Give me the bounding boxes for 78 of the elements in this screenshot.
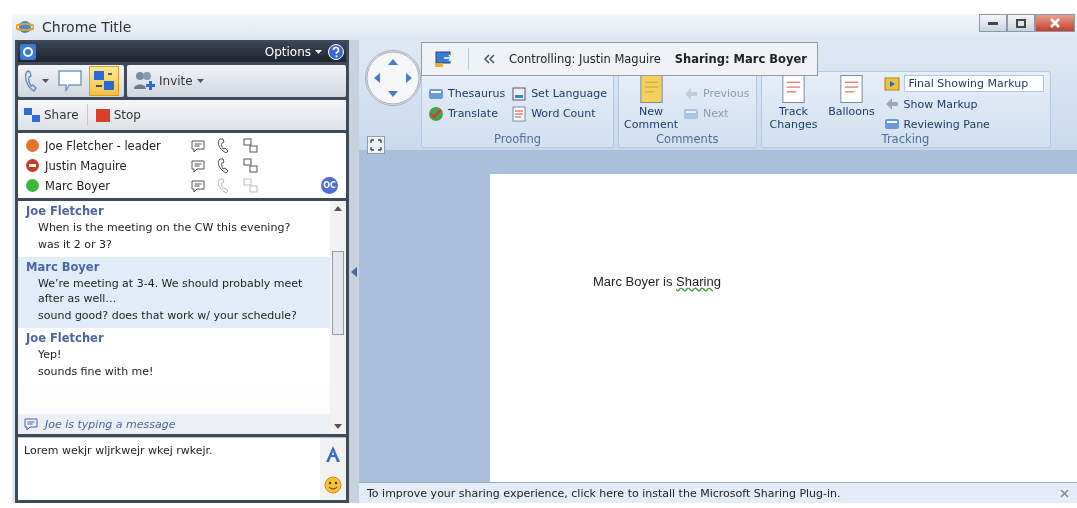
stop-icon bbox=[95, 108, 110, 122]
typing-notice: Joe is typing a message bbox=[45, 417, 176, 431]
computers-icon[interactable] bbox=[243, 157, 259, 174]
document-icon bbox=[782, 75, 805, 103]
caret-icon bbox=[315, 50, 322, 54]
group-label: Comments bbox=[655, 132, 720, 147]
markup-dropdown[interactable]: Final Showing Markup bbox=[903, 75, 1044, 92]
sender-name: Marc Boyer bbox=[26, 260, 101, 274]
sharing-label: Sharing: Marc Boyer bbox=[674, 52, 807, 66]
ribbon-button[interactable]: Reviewing Pane bbox=[883, 116, 1044, 132]
maximize-icon bbox=[1016, 18, 1026, 28]
ribbon-button[interactable]: Show Markup bbox=[883, 96, 1044, 112]
ribbon-item-icon bbox=[428, 105, 444, 122]
window-title: Chrome Title bbox=[42, 19, 132, 35]
sender-name: Joe Fletcher bbox=[26, 331, 105, 345]
remote-screen-button[interactable] bbox=[434, 50, 454, 68]
ribbon-button[interactable]: Thesaurus bbox=[428, 85, 506, 102]
ribbon-large-button[interactable]: New Comment bbox=[625, 75, 677, 132]
font-icon[interactable] bbox=[325, 444, 341, 463]
minimize-icon bbox=[988, 21, 998, 25]
message-text: sound good? does that work w/ your schedule? bbox=[37, 308, 298, 323]
app-logo-icon bbox=[20, 44, 36, 60]
ribbon-item-icon bbox=[511, 85, 528, 102]
controlling-label: Controlling: Justin Maguire bbox=[509, 52, 661, 66]
presence-badge: OC bbox=[321, 177, 338, 194]
screens-icon bbox=[24, 108, 40, 122]
browser-logo-icon bbox=[16, 18, 34, 36]
caret-icon bbox=[42, 79, 49, 83]
document-text: Marc Boyer is Sharing bbox=[593, 274, 721, 289]
screens-icon bbox=[92, 69, 116, 93]
ribbon-large-button[interactable]: Balloons bbox=[825, 75, 878, 132]
ribbon-item-icon bbox=[883, 75, 900, 92]
collapse-arrow-icon[interactable] bbox=[351, 266, 357, 277]
scroll-down-icon[interactable] bbox=[334, 424, 342, 429]
emoticon-icon[interactable] bbox=[324, 475, 342, 494]
stop-button[interactable]: Stop bbox=[93, 106, 143, 124]
phone-icon bbox=[25, 70, 38, 92]
speech-bubble-icon bbox=[57, 69, 83, 93]
ribbon-item-icon bbox=[511, 105, 528, 122]
help-icon[interactable] bbox=[328, 44, 344, 60]
close-icon[interactable] bbox=[1060, 488, 1069, 498]
collapse-button[interactable] bbox=[483, 54, 495, 64]
participant-name[interactable]: Joe Fletcher - leader bbox=[45, 138, 185, 153]
options-menu[interactable]: Options bbox=[264, 45, 322, 59]
message-text: We’re meeting at 3-4. We should probably meet after as well… bbox=[37, 276, 304, 306]
group-label: Tracking bbox=[880, 132, 931, 147]
message-text: Yep! bbox=[37, 347, 63, 362]
share-button[interactable]: Share bbox=[22, 106, 81, 124]
message-text: When is the meeting on the CW this evening? bbox=[37, 220, 292, 235]
computers-icon[interactable] bbox=[243, 137, 259, 154]
scroll-up-icon[interactable] bbox=[334, 206, 342, 211]
participant-name[interactable]: Justin Maguire bbox=[45, 158, 185, 173]
chat-bubble-icon[interactable] bbox=[191, 178, 207, 193]
message-text: sounds fine with me! bbox=[37, 364, 155, 379]
participant-name[interactable]: Marc Boyer bbox=[45, 178, 185, 193]
close-button[interactable] bbox=[1035, 14, 1075, 32]
ribbon-large-button[interactable]: Track Changes bbox=[767, 75, 820, 132]
ribbon-item-icon bbox=[883, 116, 900, 132]
document-icon bbox=[840, 75, 863, 103]
chat-bubble-icon[interactable] bbox=[191, 138, 207, 153]
sharing-button[interactable] bbox=[89, 66, 119, 96]
close-icon bbox=[1050, 18, 1060, 28]
group-label: Proofing bbox=[492, 132, 543, 147]
caret-icon bbox=[196, 79, 204, 83]
fullscreen-button[interactable] bbox=[367, 136, 385, 154]
sticky-note-icon bbox=[639, 75, 663, 103]
sender-name: Joe Fletcher bbox=[26, 204, 105, 218]
chat-bubble-icon[interactable] bbox=[191, 158, 207, 173]
minimize-button[interactable] bbox=[979, 14, 1007, 32]
chat-bubble-icon bbox=[24, 417, 40, 431]
phone-button[interactable] bbox=[23, 68, 51, 94]
ribbon-button[interactable]: Word Count bbox=[511, 105, 607, 122]
ribbon-button[interactable]: Set Language bbox=[511, 85, 607, 102]
add-people-icon bbox=[134, 72, 155, 90]
ribbon-button[interactable]: Translate bbox=[428, 105, 506, 122]
message-text: was it 2 or 3? bbox=[37, 237, 113, 252]
scrollbar[interactable] bbox=[330, 201, 346, 434]
maximize-button[interactable] bbox=[1007, 14, 1035, 32]
